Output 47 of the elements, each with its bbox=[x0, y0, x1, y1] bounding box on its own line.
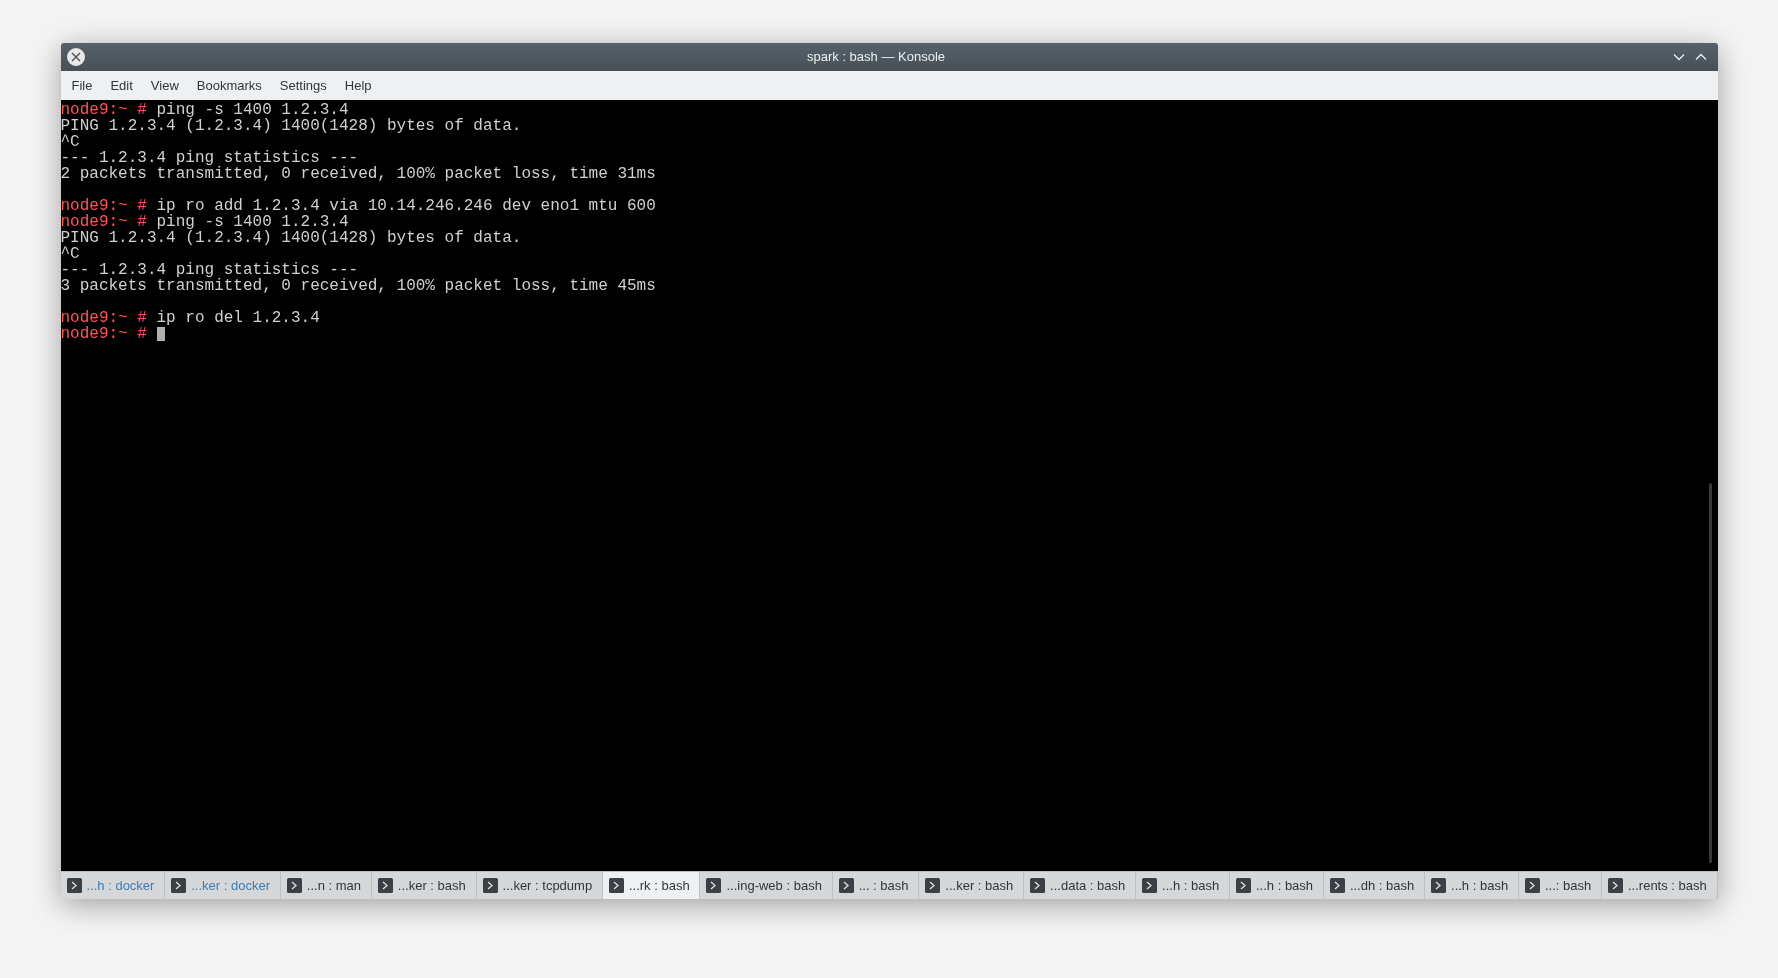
menu-item[interactable]: Bookmarks bbox=[187, 73, 271, 98]
command-text: ping -s 1400 1.2.3.4 bbox=[156, 102, 349, 118]
scrollbar-thumb[interactable] bbox=[1709, 483, 1712, 863]
terminal-icon bbox=[925, 878, 941, 893]
command-text: ping -s 1400 1.2.3.4 bbox=[156, 214, 349, 230]
terminal-icon bbox=[1431, 878, 1447, 893]
terminal-icon bbox=[66, 878, 82, 893]
terminal-icon bbox=[1030, 878, 1046, 893]
chevron-up-icon bbox=[1694, 53, 1707, 61]
window-title: spark : bash — Konsole bbox=[807, 48, 945, 67]
close-button[interactable] bbox=[66, 48, 85, 66]
shell-prompt: node9:~ # bbox=[60, 310, 147, 326]
menu-item[interactable]: File bbox=[62, 73, 102, 98]
terminal-icon bbox=[706, 878, 722, 893]
terminal-icon bbox=[1608, 878, 1623, 893]
menu-item[interactable]: View bbox=[141, 73, 188, 98]
shell-prompt: node9:~ # bbox=[60, 214, 147, 230]
output-line: --- 1.2.3.4 ping statistics --- bbox=[60, 262, 359, 278]
output-line: ^C bbox=[60, 246, 80, 262]
terminal-icon bbox=[1142, 878, 1158, 893]
terminal-icon bbox=[1524, 878, 1540, 893]
output-line: PING 1.2.3.4 (1.2.3.4) 1400(1428) bytes of data. bbox=[60, 118, 522, 134]
output-line: ^C bbox=[60, 134, 80, 150]
command-text: ip ro del 1.2.3.4 bbox=[156, 310, 320, 326]
output-line: 3 packets transmitted, 0 received, 100% packet loss, time 45ms bbox=[60, 278, 656, 294]
shell-prompt: node9:~ # bbox=[60, 326, 147, 342]
menu-item[interactable]: Settings bbox=[270, 73, 336, 98]
output-line: 2 packets transmitted, 0 received, 100% packet loss, time 31ms bbox=[60, 166, 656, 182]
terminal-icon bbox=[171, 878, 187, 893]
command-text: ip ro add 1.2.3.4 via 10.14.246.246 dev eno1 mtu 600 bbox=[156, 198, 656, 214]
terminal-icon bbox=[482, 878, 498, 893]
output-line: --- 1.2.3.4 ping statistics --- bbox=[60, 150, 359, 166]
terminal-icon bbox=[1329, 878, 1345, 893]
terminal-icon bbox=[838, 878, 854, 893]
chevron-down-icon bbox=[1672, 53, 1685, 61]
shell-prompt: node9:~ # bbox=[60, 198, 147, 214]
terminal-icon bbox=[608, 878, 624, 893]
terminal-icon bbox=[1236, 878, 1251, 893]
terminal-icon bbox=[377, 878, 393, 893]
shell-prompt: node9:~ # bbox=[60, 102, 147, 118]
menu-item[interactable]: Edit bbox=[101, 73, 142, 98]
output-line: PING 1.2.3.4 (1.2.3.4) 1400(1428) bytes of data. bbox=[60, 230, 522, 246]
terminal-icon bbox=[286, 878, 302, 893]
text-cursor bbox=[156, 327, 165, 341]
menu-item[interactable]: Help bbox=[335, 73, 381, 98]
terminal-tab[interactable]: ...rk : bash bbox=[602, 872, 701, 899]
close-icon bbox=[70, 52, 81, 62]
